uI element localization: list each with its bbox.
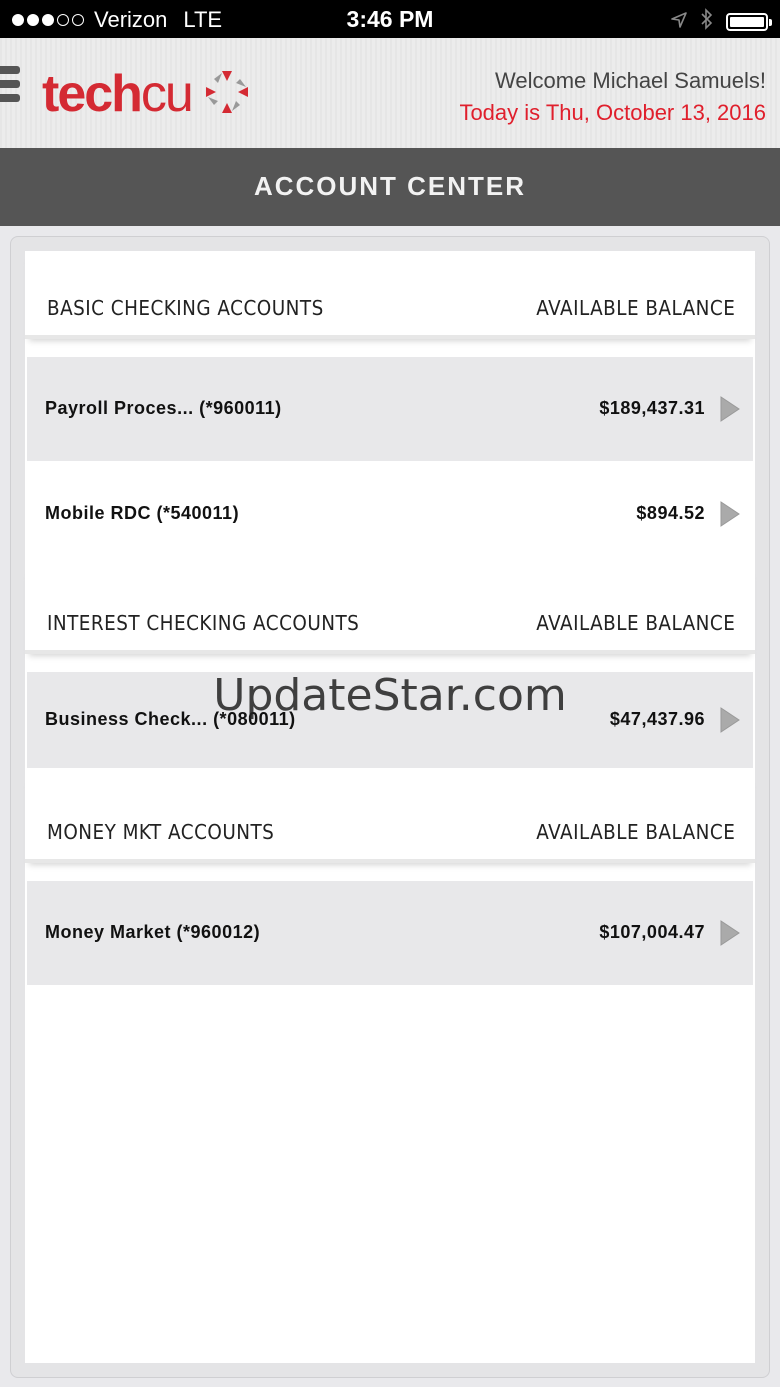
- logo-mark-icon: [202, 67, 252, 122]
- balance-column-header: AVAILABLE BALANCE: [536, 296, 735, 320]
- account-balance: $107,004.47: [599, 922, 705, 942]
- accounts-list: BASIC CHECKING ACCOUNTS AVAILABLE BALANC…: [25, 251, 755, 1363]
- chevron-right-icon[interactable]: [719, 395, 741, 428]
- location-arrow-icon: [670, 9, 688, 35]
- balance-column-header: AVAILABLE BALANCE: [536, 611, 735, 635]
- accounts-card: BASIC CHECKING ACCOUNTS AVAILABLE BALANC…: [10, 236, 770, 1378]
- welcome-text: Welcome Michael Samuels!: [494, 68, 766, 93]
- status-time: 3:46 PM: [346, 6, 434, 32]
- chevron-right-icon[interactable]: [719, 919, 741, 952]
- status-right: [670, 8, 772, 36]
- account-balance: $894.52: [636, 503, 705, 523]
- date-text: Today is Thu, October 13, 2016: [459, 100, 766, 125]
- section-header-basic-checking: BASIC CHECKING ACCOUNTS AVAILABLE BALANC…: [25, 251, 755, 339]
- account-row[interactable]: Payroll Proces... (*960011) $189,437.31: [27, 357, 753, 461]
- account-name: Money Market (*960012): [45, 922, 261, 942]
- section-header-interest-checking: INTEREST CHECKING ACCOUNTS AVAILABLE BAL…: [25, 566, 755, 654]
- account-row[interactable]: Money Market (*960012) $107,004.47: [27, 881, 753, 985]
- logo-tech-text: tech: [42, 65, 143, 123]
- account-name: Payroll Proces... (*960011): [45, 398, 282, 418]
- logo-cu-text: cu: [140, 65, 194, 123]
- welcome-block: Welcome Michael Samuels! Today is Thu, O…: [459, 66, 766, 130]
- status-bar: Verizon LTE 3:46 PM: [0, 0, 780, 38]
- account-name: Mobile RDC (*540011): [45, 503, 240, 523]
- page-title: ACCOUNT CENTER: [0, 148, 780, 226]
- bluetooth-icon: [700, 8, 714, 36]
- section-title: MONEY MKT ACCOUNTS: [47, 820, 275, 844]
- techcu-logo: techcu: [42, 66, 252, 122]
- account-row[interactable]: Mobile RDC (*540011) $894.52: [27, 462, 753, 566]
- watermark: UpdateStar.com: [213, 670, 567, 721]
- chevron-right-icon[interactable]: [719, 500, 741, 533]
- hamburger-icon[interactable]: [0, 66, 20, 108]
- balance-column-header: AVAILABLE BALANCE: [536, 820, 735, 844]
- section-title: BASIC CHECKING ACCOUNTS: [47, 296, 324, 320]
- battery-icon: [726, 13, 772, 31]
- section-title: INTEREST CHECKING ACCOUNTS: [47, 611, 360, 635]
- account-balance: $189,437.31: [599, 398, 705, 418]
- app-header: techcu Welcome Michael Samuels! Today is…: [0, 38, 780, 148]
- section-header-money-market: MONEY MKT ACCOUNTS AVAILABLE BALANCE: [25, 775, 755, 863]
